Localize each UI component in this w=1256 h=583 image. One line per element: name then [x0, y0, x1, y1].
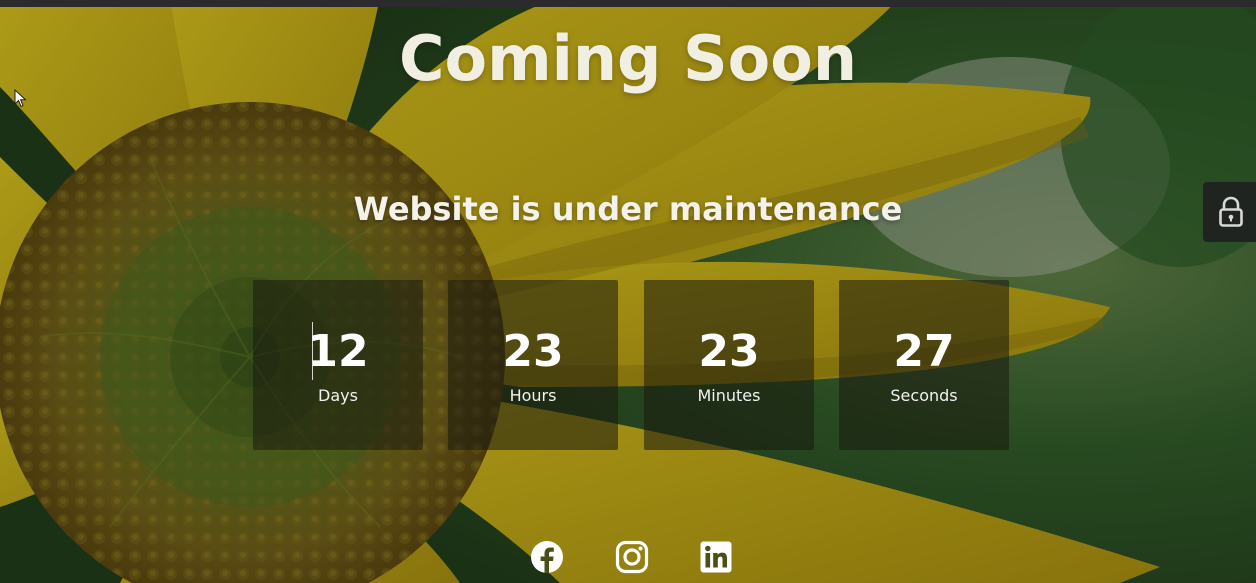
browser-top-edge [0, 0, 1256, 7]
lock-button[interactable] [1203, 182, 1256, 242]
maintenance-subtitle: Website is under maintenance [353, 190, 903, 228]
text-caret [312, 322, 313, 380]
countdown-hours: 23 Hours [448, 280, 618, 450]
countdown-timer: 12 Days 23 Hours 23 Minutes 27 Seconds [253, 280, 1013, 450]
lock-icon [1219, 196, 1243, 227]
page-title: Coming Soon [398, 22, 858, 95]
linkedin-link[interactable] [699, 540, 733, 574]
minutes-value: 23 [698, 326, 760, 377]
facebook-icon [531, 541, 563, 573]
hours-value: 23 [502, 326, 564, 377]
seconds-label: Seconds [890, 386, 958, 405]
social-links [0, 540, 1256, 574]
days-value: 12 [307, 326, 369, 377]
mouse-cursor-icon [14, 89, 27, 108]
countdown-seconds: 27 Seconds [839, 280, 1009, 450]
countdown-days: 12 Days [253, 280, 423, 450]
facebook-link[interactable] [530, 540, 564, 574]
minutes-label: Minutes [697, 386, 761, 405]
hours-label: Hours [509, 386, 557, 405]
coming-soon-page: Coming Soon Website is under maintenance… [0, 0, 1256, 583]
linkedin-icon [700, 541, 732, 573]
days-label: Days [318, 386, 358, 405]
countdown-minutes: 23 Minutes [644, 280, 814, 450]
instagram-link[interactable] [615, 540, 649, 574]
instagram-icon [615, 540, 649, 574]
seconds-value: 27 [893, 326, 955, 377]
